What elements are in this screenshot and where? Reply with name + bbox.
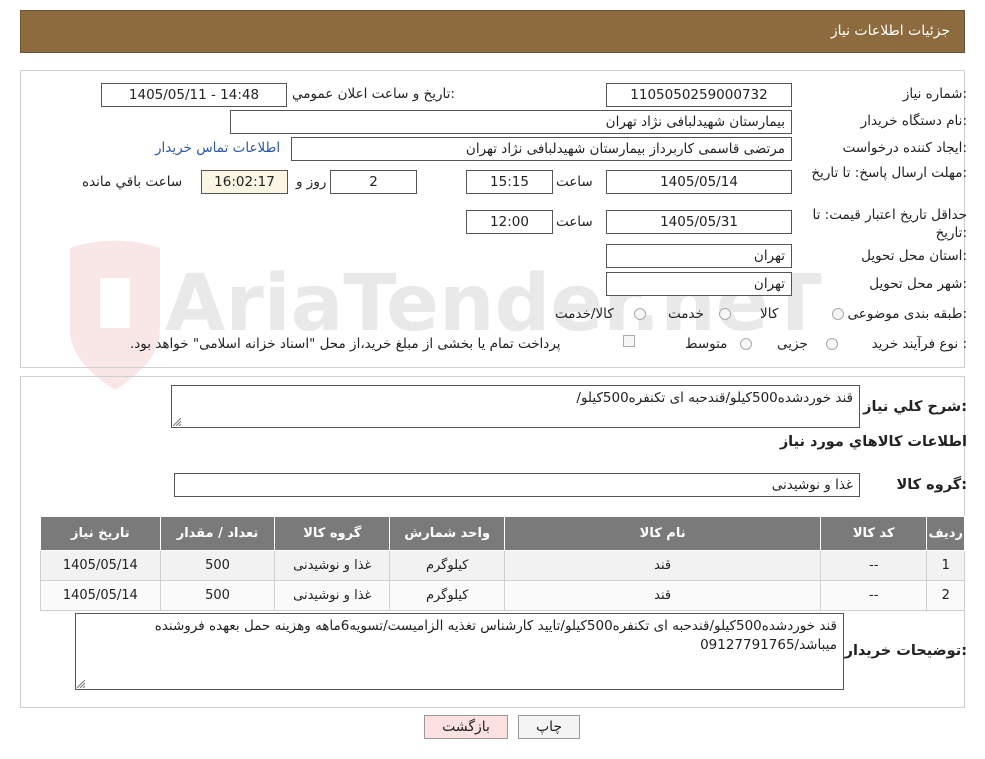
category-label: طبقه بندی موضوعی: bbox=[847, 306, 967, 322]
category-radio-goods[interactable] bbox=[832, 308, 844, 320]
summary-textarea[interactable]: قند خوردشده500کیلو/قندحبه ای تکنفره500کی… bbox=[171, 385, 860, 428]
validity-date-field: 1405/05/31 bbox=[606, 210, 792, 234]
purchase-option-minor: جزیی bbox=[777, 336, 808, 352]
back-button[interactable]: بازگشت bbox=[424, 715, 508, 739]
price-validity-label: حداقل تاریخ اعتبار قیمت: تا تاریخ: bbox=[812, 207, 967, 241]
validity-time-field: 12:00 bbox=[466, 210, 553, 234]
payment-note: پرداخت تمام یا بخشی از مبلغ خرید،از محل … bbox=[130, 336, 561, 352]
page-title: جزئیات اطلاعات نیاز bbox=[830, 23, 950, 39]
print-button[interactable]: چاپ bbox=[518, 715, 580, 739]
summary-label: شرح کلي نياز: bbox=[863, 399, 967, 415]
cell-need-date: 1405/05/14 bbox=[40, 580, 161, 611]
reply-deadline-label: مهلت ارسال پاسخ: تا تاریخ: bbox=[811, 165, 967, 181]
category-option-service: خدمت bbox=[668, 306, 704, 322]
category-option-goods-service: کالا/خدمت bbox=[555, 306, 614, 322]
validity-time-label: ساعت bbox=[556, 214, 593, 230]
col-unit: واحد شمارش bbox=[389, 516, 506, 551]
cell-group: غذا و نوشیدنی bbox=[274, 580, 391, 611]
remaining-label: ساعت باقي مانده bbox=[82, 174, 183, 190]
col-row: ردیف bbox=[926, 516, 965, 551]
creator-field: مرتضی قاسمی کاربرداز بیمارستان شهیدلبافی… bbox=[291, 137, 792, 161]
col-item-name: نام کالا bbox=[504, 516, 822, 551]
reply-time-field: 15:15 bbox=[466, 170, 553, 194]
buyer-notes-label: توضیحات خریدار: bbox=[844, 643, 967, 659]
city-label: شهر محل تحویل: bbox=[869, 276, 967, 292]
need-number-field: 1105050259000732 bbox=[606, 83, 792, 107]
buyer-org-field: بیمارستان شهیدلبافی نژاد تهران bbox=[230, 110, 792, 134]
purchase-radio-medium[interactable] bbox=[740, 338, 752, 350]
cell-unit: کیلوگرم bbox=[389, 550, 506, 581]
category-radio-goods-service[interactable] bbox=[634, 308, 646, 320]
table-row: 1405/05/14 500 غذا و نوشیدنی کیلوگرم قند… bbox=[40, 580, 965, 611]
goods-table: تاریخ نیاز تعداد / مقدار گروه کالا واحد … bbox=[40, 516, 965, 611]
cell-group: غذا و نوشیدنی bbox=[274, 550, 391, 581]
cell-item-code: -- bbox=[820, 550, 928, 581]
goods-table-header: تاریخ نیاز تعداد / مقدار گروه کالا واحد … bbox=[40, 516, 965, 551]
province-field: تهران bbox=[606, 244, 792, 268]
col-group: گروه کالا bbox=[274, 516, 391, 551]
purchase-radio-minor[interactable] bbox=[826, 338, 838, 350]
province-label: استان محل تحویل: bbox=[861, 248, 967, 264]
creator-label: ایجاد کننده درخواست: bbox=[842, 140, 967, 156]
need-number-label: شماره نیاز: bbox=[902, 86, 967, 102]
cell-need-date: 1405/05/14 bbox=[40, 550, 161, 581]
cell-item-name: قند bbox=[504, 550, 822, 581]
cell-item-code: -- bbox=[820, 580, 928, 611]
resize-grip-icon[interactable] bbox=[173, 418, 181, 426]
days-remaining-field: 2 bbox=[330, 170, 417, 194]
buyer-org-label: نام دستگاه خريدار: bbox=[860, 113, 967, 129]
purchase-type-label: نوع فرآیند خرید : bbox=[871, 336, 967, 352]
goods-group-field: غذا و نوشیدنی bbox=[174, 473, 860, 497]
remaining-time-field: 16:02:17 bbox=[201, 170, 288, 194]
col-item-code: کد کالا bbox=[820, 516, 928, 551]
page-header: جزئیات اطلاعات نیاز bbox=[20, 10, 965, 53]
reply-date-field: 1405/05/14 bbox=[606, 170, 792, 194]
col-quantity: تعداد / مقدار bbox=[159, 516, 276, 551]
buyer-contact-link[interactable]: اطلاعات تماس خریدار bbox=[155, 140, 280, 156]
cell-quantity: 500 bbox=[159, 580, 276, 611]
goods-group-label: گروه کالا: bbox=[896, 477, 967, 493]
announce-date-field: 1405/05/11 - 14:48 bbox=[101, 83, 287, 107]
treasury-payment-checkbox[interactable] bbox=[623, 335, 635, 347]
cell-unit: کیلوگرم bbox=[389, 580, 506, 611]
cell-quantity: 500 bbox=[159, 550, 276, 581]
resize-grip-icon[interactable] bbox=[77, 680, 85, 688]
category-radio-service[interactable] bbox=[719, 308, 731, 320]
reply-time-label: ساعت bbox=[556, 174, 593, 190]
cell-row: 2 bbox=[926, 580, 965, 611]
buyer-notes-textarea[interactable]: قند خوردشده500کیلو/قندحبه ای تکنفره500کی… bbox=[75, 613, 844, 690]
goods-section-title: اطلاعات کالاهاي مورد نياز bbox=[779, 434, 967, 450]
cell-item-name: قند bbox=[504, 580, 822, 611]
col-need-date: تاریخ نیاز bbox=[40, 516, 161, 551]
table-row: 1405/05/14 500 غذا و نوشیدنی کیلوگرم قند… bbox=[40, 550, 965, 581]
days-label: روز و bbox=[296, 174, 327, 190]
announce-label: تاریخ و ساعت اعلان عمومي: bbox=[292, 86, 455, 102]
category-option-goods: کالا bbox=[760, 306, 779, 322]
cell-row: 1 bbox=[926, 550, 965, 581]
purchase-option-medium: متوسط bbox=[685, 336, 728, 352]
city-field: تهران bbox=[606, 272, 792, 296]
